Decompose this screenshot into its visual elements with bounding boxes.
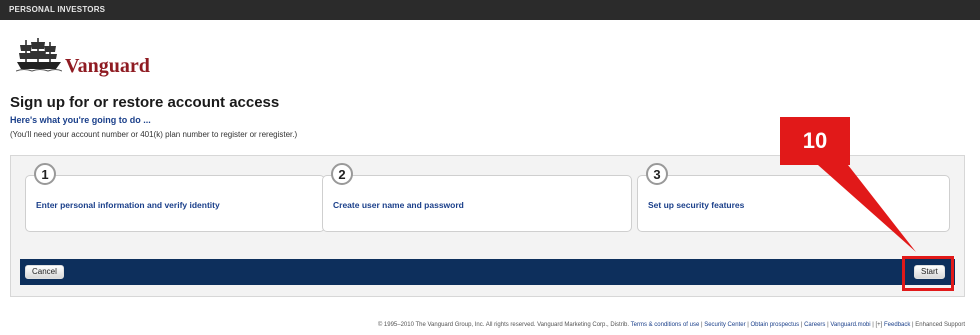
step-label: Enter personal information and verify id… xyxy=(36,200,220,210)
footer-link-prospectus[interactable]: Obtain prospectus xyxy=(750,322,799,328)
top-bar: PERSONAL INVESTORS xyxy=(0,0,980,20)
cancel-button[interactable]: Cancel xyxy=(25,265,64,279)
step-number: 2 xyxy=(331,163,353,185)
footer-link-security[interactable]: Security Center xyxy=(704,322,745,328)
footer-link-support[interactable]: Enhanced Support xyxy=(915,322,965,328)
feedback-icon: [+] xyxy=(875,322,883,328)
copyright-text: © 1995–2010 The Vanguard Group, Inc. All… xyxy=(377,322,630,328)
page-subtitle: Here's what you're going to do ... xyxy=(10,115,151,125)
step-2-card: 2 Create user name and password xyxy=(322,163,632,232)
page-title: Sign up for or restore account access xyxy=(10,94,280,111)
step-number: 3 xyxy=(646,163,668,185)
step-label: Set up security features xyxy=(648,200,745,210)
ship-icon xyxy=(16,38,62,72)
step-3-card: 3 Set up security features xyxy=(637,163,950,232)
action-bar: Cancel Start xyxy=(20,259,955,285)
footer-link-feedback[interactable]: Feedback xyxy=(884,322,910,328)
step-number-badge: 10 xyxy=(780,117,850,165)
footer-link-terms[interactable]: Terms & conditions of use xyxy=(631,322,700,328)
start-button-highlight xyxy=(902,256,954,291)
top-bar-label: PERSONAL INVESTORS xyxy=(9,5,106,14)
brand-name: Vanguard xyxy=(65,55,150,77)
footer: © 1995–2010 The Vanguard Group, Inc. All… xyxy=(377,322,965,328)
step-1-card: 1 Enter personal information and verify … xyxy=(25,163,325,232)
account-number-note: (You'll need your account number or 401(… xyxy=(10,130,298,139)
footer-link-careers[interactable]: Careers xyxy=(804,322,825,328)
step-number: 1 xyxy=(34,163,56,185)
step-label: Create user name and password xyxy=(333,200,464,210)
footer-link-mobi[interactable]: Vanguard.mobi xyxy=(830,322,870,328)
